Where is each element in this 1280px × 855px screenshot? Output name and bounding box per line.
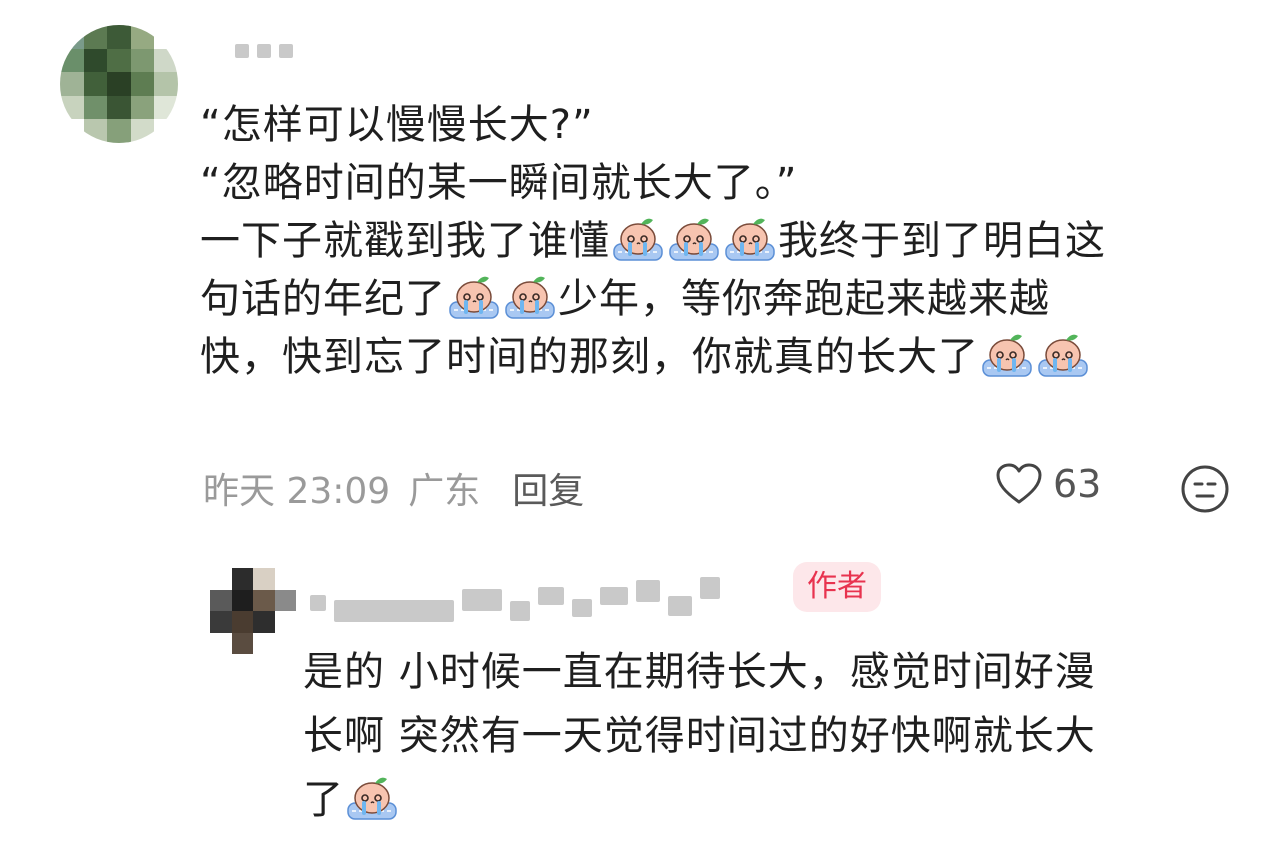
avatar[interactable]: [210, 568, 296, 654]
reply-body: 是的 小时候一直在期待长大，感觉时间好漫 长啊 突然有一天觉得时间过的好快啊就长…: [303, 640, 1203, 832]
crying-peach-emoji: [449, 275, 499, 319]
heart-icon: [996, 463, 1042, 504]
comment-line: “忽略时间的某一瞬间就长大了。”: [200, 160, 798, 206]
comment-text-segment: 句话的年纪了: [200, 276, 446, 322]
crying-peach-emoji: [347, 776, 397, 820]
crying-peach-emoji: [725, 217, 775, 261]
reply-button[interactable]: 回复: [512, 462, 584, 514]
like-count: 63: [1053, 462, 1102, 506]
author-badge: 作者: [793, 562, 881, 612]
comment-text-segment: 一下子就戳到我了谁懂: [200, 218, 610, 264]
crying-peach-emoji: [1038, 333, 1088, 377]
reply-line: 长啊 突然有一天觉得时间过的好快啊就长大: [303, 713, 1096, 759]
comment-paragraph: 一下子就戳到我了谁懂 我终于到了明白这句话的年纪了 少年，等你奔跑起来越来越快，快到…: [200, 212, 1210, 386]
reply-line: 了: [303, 777, 344, 823]
comment-location: 广东: [408, 471, 481, 512]
comment-text-segment: 少年，等你奔跑起来越来越: [558, 276, 1050, 322]
reply-line: 是的 小时候一直在期待长大，感觉时间好漫: [303, 649, 1096, 695]
comment-time: 昨天 23:09: [203, 471, 391, 512]
comment-text-segment: 快，快到忘了时间的那刻，你就真的长大了: [200, 334, 979, 380]
crying-peach-emoji: [505, 275, 555, 319]
comment-meta: 昨天 23:09 广东 回复: [203, 462, 584, 514]
comment-line: “怎样可以慢慢长大?”: [200, 102, 594, 148]
emoji-face-icon[interactable]: [1180, 464, 1230, 514]
crying-peach-emoji: [982, 333, 1032, 377]
username-blurred[interactable]: [310, 570, 720, 622]
comment-text-segment: 我终于到了明白这: [778, 218, 1106, 264]
crying-peach-emoji: [613, 217, 663, 261]
comment-thread: “怎样可以慢慢长大?” “忽略时间的某一瞬间就长大了。” 一下子就戳到我了谁懂 我…: [0, 0, 1280, 855]
crying-peach-emoji: [669, 217, 719, 261]
username-blurred[interactable]: [235, 44, 293, 58]
avatar[interactable]: [60, 25, 178, 143]
comment-body: “怎样可以慢慢长大?” “忽略时间的某一瞬间就长大了。” 一下子就戳到我了谁懂 我…: [200, 96, 1210, 386]
like-button[interactable]: 63: [995, 462, 1101, 506]
